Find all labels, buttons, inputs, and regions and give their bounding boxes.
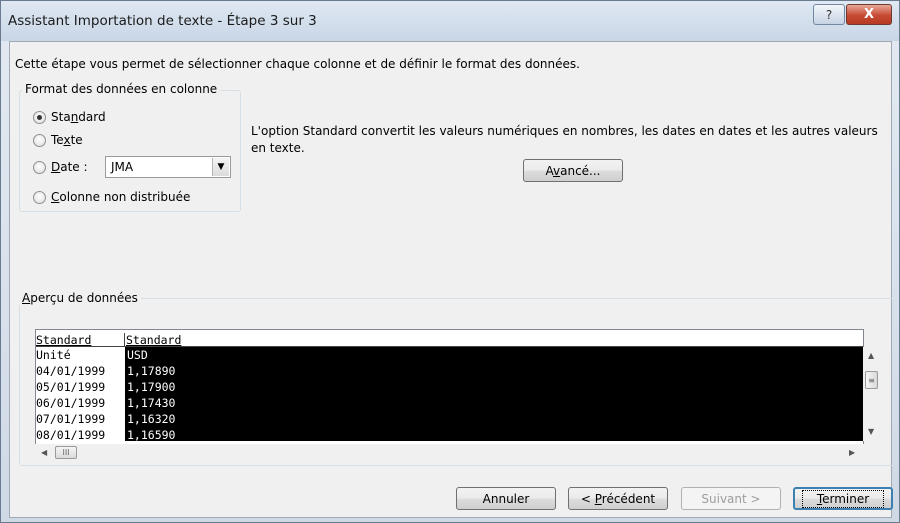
radio-icon (33, 133, 46, 147)
radio-icon (33, 190, 46, 204)
preview-cell: USD (127, 348, 148, 362)
arrow-right-icon[interactable]: ▶ (849, 448, 855, 457)
radio-texte[interactable]: Texte (33, 133, 83, 147)
preview-header-row: Standard Standard (36, 330, 863, 347)
intro-text: Cette étape vous permet de sélectionner … (15, 57, 580, 71)
chevron-down-icon[interactable]: ▼ (212, 158, 229, 176)
preview-cell: 1,16590 (127, 428, 176, 442)
radio-texte-label: Texte (51, 133, 83, 147)
radio-icon (33, 110, 46, 124)
date-format-select[interactable]: JMA ▼ (105, 156, 231, 178)
close-button[interactable]: X (846, 4, 892, 25)
data-preview[interactable]: Standard Standard Unité USD 04/01/1999 1… (35, 329, 864, 460)
arrow-down-icon[interactable]: ▼ (868, 427, 874, 436)
finish-button[interactable]: Terminer (793, 487, 893, 510)
advanced-button-label: Avancé... (545, 163, 601, 178)
radio-date-label: Date : (51, 160, 88, 174)
preview-vertical-scrollbar[interactable]: ▲ ≡ ▼ (863, 347, 880, 441)
cancel-button[interactable]: Annuler (456, 487, 556, 510)
preview-horizontal-scrollbar[interactable]: ◀ III ▶ (35, 444, 864, 461)
preview-cell: Unité (36, 348, 71, 362)
preview-cell: 08/01/1999 (36, 428, 106, 442)
previous-button-label: < Précédent (580, 491, 656, 506)
format-group-legend: Format des données en colonne (22, 82, 221, 96)
previous-button[interactable]: < Précédent (568, 487, 668, 510)
close-icon: X (863, 7, 875, 22)
window-title: Assistant Importation de texte - Étape 3… (8, 13, 317, 29)
column-header-1[interactable]: Standard (36, 333, 125, 347)
preview-cell: 05/01/1999 (36, 380, 106, 394)
radio-skip-column[interactable]: Colonne non distribuée (33, 190, 190, 204)
preview-cell: 04/01/1999 (36, 364, 106, 378)
preview-cell: 1,17900 (127, 380, 176, 394)
radio-icon (33, 160, 46, 174)
radio-date[interactable]: Date : (33, 160, 88, 174)
preview-group-legend: Aperçu de données (19, 291, 141, 305)
help-icon: ? (825, 7, 833, 22)
finish-button-label: Terminer (801, 489, 885, 508)
radio-standard-label: Standard (51, 110, 106, 124)
vertical-scroll-thumb[interactable]: ≡ (865, 371, 878, 389)
preview-cell: 1,17430 (127, 396, 176, 410)
radio-standard[interactable]: Standard (33, 110, 106, 124)
import-wizard-window: Assistant Importation de texte - Étape 3… (0, 0, 900, 523)
advanced-button[interactable]: Avancé... (523, 159, 623, 182)
column-header-2[interactable]: Standard (126, 333, 181, 347)
selected-column-highlight (125, 347, 863, 441)
radio-skip-column-label: Colonne non distribuée (51, 190, 191, 204)
arrow-left-icon[interactable]: ◀ (41, 448, 47, 457)
next-button[interactable]: Suivant > (681, 487, 781, 510)
date-format-value: JMA (111, 160, 134, 174)
help-button[interactable]: ? (813, 4, 845, 25)
arrow-up-icon[interactable]: ▲ (868, 351, 874, 360)
title-bar: Assistant Importation de texte - Étape 3… (1, 1, 899, 41)
preview-cell: 1,17890 (127, 364, 176, 378)
horizontal-scroll-thumb[interactable]: III (55, 446, 77, 459)
format-description: L'option Standard convertit les valeurs … (251, 124, 878, 155)
preview-cell: 1,16320 (127, 412, 176, 426)
preview-cell: 07/01/1999 (36, 412, 106, 426)
preview-cell: 06/01/1999 (36, 396, 106, 410)
